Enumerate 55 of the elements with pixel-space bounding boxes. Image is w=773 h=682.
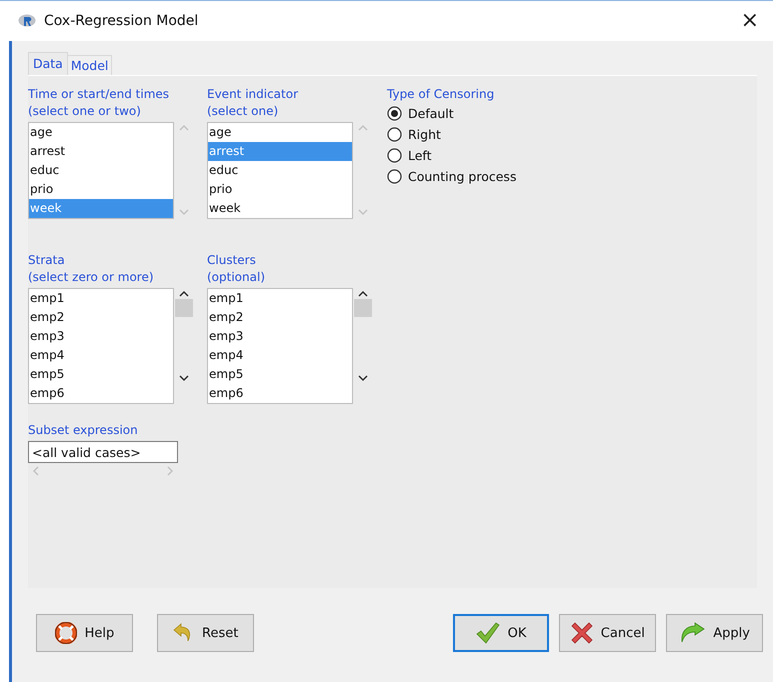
radio-label[interactable]: Right (408, 127, 441, 142)
r-logo-icon (18, 14, 36, 28)
subset-field[interactable]: <all valid cases> (28, 441, 178, 463)
list-label: Time or start/end times (select one or two) (28, 86, 170, 120)
list-item[interactable]: emp1 (29, 289, 173, 308)
field-label: Subset expression (28, 422, 139, 439)
tab[interactable]: Data (28, 52, 68, 75)
variable-listbox[interactable]: age arrest educ prio week (207, 122, 353, 219)
list-item[interactable]: emp5 (29, 365, 173, 384)
radio-label[interactable]: Counting process (408, 169, 516, 184)
list-item[interactable]: emp4 (208, 346, 352, 365)
radio-button[interactable] (387, 169, 402, 184)
window-title: Cox-Regression Model (44, 13, 200, 29)
list-item[interactable]: week (208, 199, 352, 218)
tab[interactable]: Model (66, 55, 112, 75)
list-item[interactable]: arrest (29, 142, 173, 161)
list-item[interactable]: emp6 (208, 384, 352, 403)
list-item[interactable]: emp3 (208, 327, 352, 346)
cross-icon (570, 622, 593, 644)
list-item[interactable]: prio (29, 180, 173, 199)
radio-button[interactable] (387, 148, 402, 163)
variable-listbox[interactable]: emp1 emp2 emp3 emp4 emp5 emp6 (28, 288, 174, 404)
list-item[interactable]: age (29, 123, 173, 142)
list-item[interactable]: educ (29, 161, 173, 180)
radio-button[interactable] (387, 106, 402, 121)
list-item[interactable]: prio (208, 180, 352, 199)
list-item[interactable]: emp4 (29, 346, 173, 365)
list-item[interactable]: emp2 (29, 308, 173, 327)
list-item[interactable]: emp5 (208, 365, 352, 384)
variable-listbox[interactable]: emp1 emp2 emp3 emp4 emp5 emp6 (207, 288, 353, 404)
list-label: Clusters (optional) (207, 252, 266, 286)
help-button[interactable]: Help (36, 614, 133, 652)
ok-button[interactable]: OK (452, 614, 550, 652)
radio-label[interactable]: Left (408, 148, 432, 163)
radio-label[interactable]: Default (408, 106, 454, 121)
list-label: Event indicator (select one) (207, 86, 300, 120)
cancel-button[interactable]: Cancel (559, 614, 656, 652)
lifebuoy-icon (54, 622, 77, 644)
list-item[interactable]: emp6 (29, 384, 173, 403)
reset-button[interactable]: Reset (156, 614, 254, 652)
radio-button[interactable] (387, 127, 402, 142)
forward-arrow-icon (679, 622, 706, 644)
variable-listbox[interactable]: age arrest educ prio week (28, 122, 174, 219)
scrollbar-thumb[interactable] (175, 299, 193, 317)
close-button[interactable]: × (738, 10, 761, 32)
list-item[interactable]: age (208, 123, 352, 142)
checkmark-icon (476, 622, 500, 644)
list-item[interactable]: emp2 (208, 308, 352, 327)
apply-button[interactable]: Apply (666, 614, 763, 652)
list-item[interactable]: educ (208, 161, 352, 180)
scrollbar-thumb[interactable] (354, 299, 372, 317)
list-item[interactable]: emp3 (29, 327, 173, 346)
list-item[interactable]: emp1 (208, 289, 352, 308)
list-label: Strata (select zero or more) (28, 252, 155, 286)
group-label: Type of Censoring (387, 86, 496, 103)
